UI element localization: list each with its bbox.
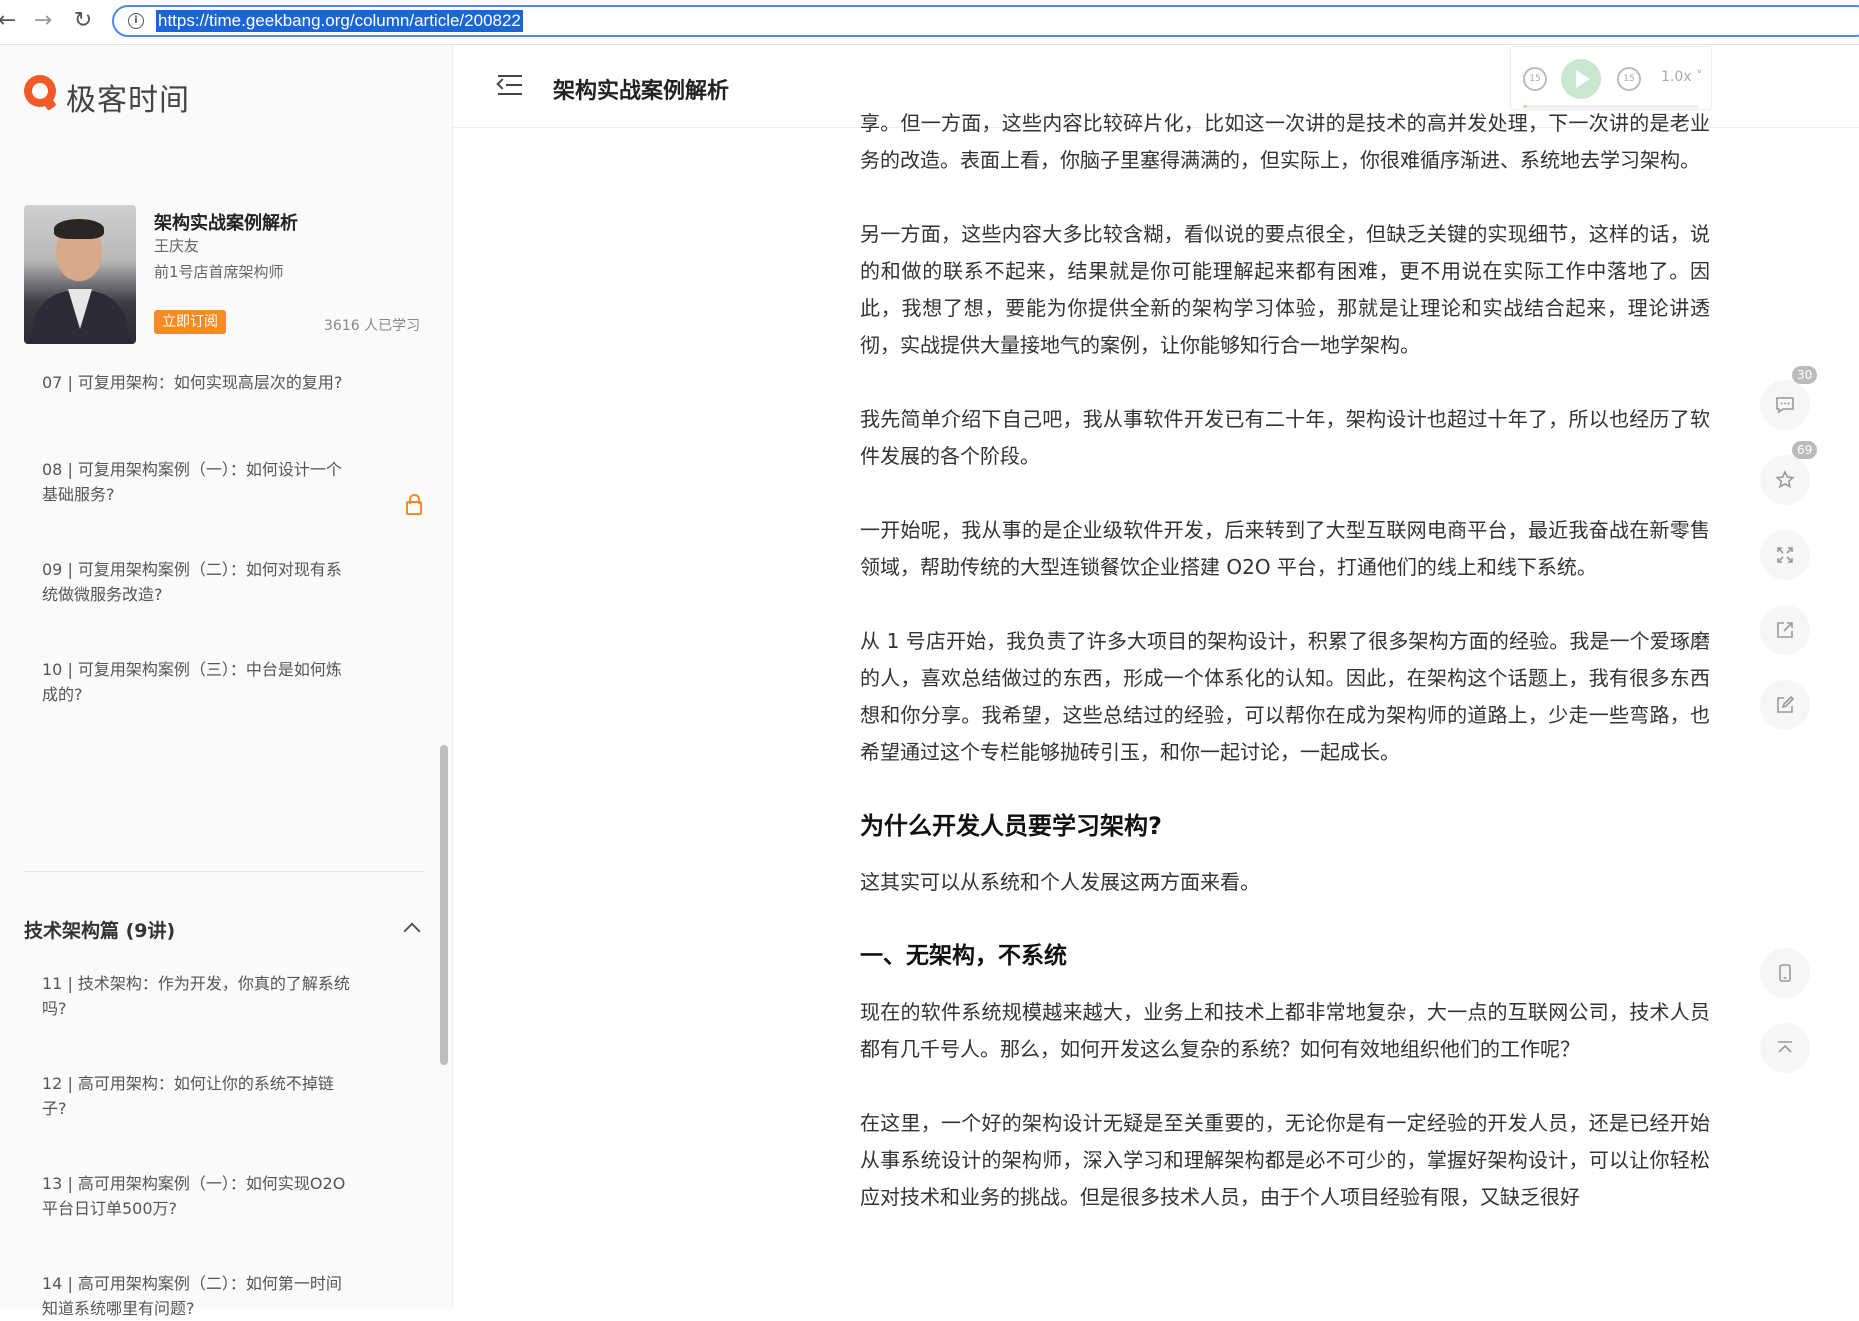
header-title: 架构实战案例解析	[553, 79, 730, 104]
section-title[interactable]: 技术架构篇 (9讲)	[24, 916, 175, 943]
comment-icon	[1776, 397, 1794, 414]
article-paragraph: 享。但一方面，这些内容比较碎片化，比如这一次讲的是技术的高并发处理，下一次讲的是…	[860, 111, 1710, 172]
favorite-button[interactable]: 69	[1760, 441, 1818, 505]
back-to-top-icon	[1778, 1041, 1792, 1053]
url-text[interactable]: https://time.geekbang.org/column/article…	[156, 10, 523, 32]
geektime-logo-icon	[24, 75, 56, 107]
menu-collapse-icon[interactable]	[496, 75, 522, 95]
audio-player: 15 15 1.0x ˅	[1510, 46, 1712, 110]
browser-toolbar: ← → ↻ i https://time.geekbang.org/column…	[0, 0, 1859, 45]
toc-item-14[interactable]: 14 | 高可用架构案例（二）：如何第一时间知道系统哪里有问题?	[42, 1271, 352, 1321]
author-title: 前1号店首席架构师	[154, 263, 284, 281]
toc-item-07[interactable]: 07 | 可复用架构：如何实现高层次的复用?	[42, 370, 352, 395]
mobile-icon	[1779, 964, 1791, 982]
article-heading: 为什么开发人员要学习架构?	[860, 812, 1162, 840]
article-body: 享。但一方面，这些内容比较碎片化，比如这一次讲的是技术的高并发处理，下一次讲的是…	[860, 105, 1710, 1253]
section-divider	[24, 871, 424, 872]
toc-item-11[interactable]: 11 | 技术架构：作为开发，你真的了解系统吗?	[42, 971, 352, 1021]
back-to-top-button[interactable]	[1760, 1023, 1810, 1073]
sidebar-scrollbar[interactable]	[440, 745, 448, 1065]
article-paragraph: 现在的软件系统规模越来越大，业务上和技术上都非常地复杂，大一点的互联网公司，技术…	[860, 1000, 1710, 1061]
toc-item-13[interactable]: 13 | 高可用架构案例（一）：如何实现O2O平台日订单500万?	[42, 1171, 352, 1221]
edit-note-icon	[1777, 695, 1795, 713]
sidebar: 极客时间 架构实战案例解析 王庆友 前1号店首席架构师 立即订阅 3616 人已…	[0, 45, 453, 1318]
article-paragraph: 我先简单介绍下自己吧，我从事软件开发已有二十年，架构设计也超过十年了，所以也经历…	[860, 407, 1710, 468]
comments-count-badge: 30	[1792, 366, 1818, 384]
subscribe-button[interactable]: 立即订阅	[154, 310, 226, 334]
course-title[interactable]: 架构实战案例解析	[154, 209, 298, 235]
site-info-icon[interactable]: i	[128, 13, 144, 29]
star-icon	[1775, 470, 1795, 489]
article-paragraph: 从 1 号店开始，我负责了许多大项目的架构设计，积累了很多架构方面的经验。我是一…	[860, 629, 1710, 764]
article-paragraph: 一开始呢，我从事的是企业级软件开发，后来转到了大型互联网电商平台，最近我奋战在新…	[860, 518, 1710, 579]
forward-15-icon[interactable]: 15	[1617, 67, 1641, 91]
toc-item-08[interactable]: 08 | 可复用架构案例（一）：如何设计一个基础服务?	[42, 457, 352, 507]
article-paragraph: 另一方面，这些内容大多比较含糊，看似说的要点很全，但缺乏关键的实现细节，这样的话…	[860, 222, 1710, 357]
fullscreen-button[interactable]	[1760, 530, 1810, 580]
address-bar[interactable]: i https://time.geekbang.org/column/artic…	[112, 5, 1859, 37]
author-avatar	[24, 205, 136, 344]
article-paragraph: 这其实可以从系统和个人发展这两方面来看。	[860, 870, 1260, 894]
share-button[interactable]	[1760, 605, 1810, 655]
rewind-15-icon[interactable]: 15	[1523, 67, 1547, 91]
toc-item-12[interactable]: 12 | 高可用架构：如何让你的系统不掉链子?	[42, 1071, 352, 1121]
mobile-button[interactable]	[1760, 948, 1810, 998]
expand-icon	[1777, 547, 1793, 563]
learner-count: 3616 人已学习	[324, 318, 421, 334]
article-paragraph: 在这里，一个好的架构设计无疑是至关重要的，无论你是有一定经验的开发人员，还是已经…	[860, 1111, 1710, 1209]
reload-icon[interactable]: ↻	[70, 8, 96, 34]
toc-item-09[interactable]: 09 | 可复用架构案例（二）：如何对现有系统做微服务改造?	[42, 557, 352, 607]
toc-item-10[interactable]: 10 | 可复用架构案例（三）：中台是如何炼成的?	[42, 657, 352, 707]
unlock-icon	[406, 494, 422, 515]
article-subheading: 一、无架构，不系统	[860, 943, 1067, 969]
chevron-up-icon[interactable]	[403, 922, 421, 940]
course-card: 架构实战案例解析 王庆友 前1号店首席架构师 立即订阅 3616 人已学习	[24, 205, 424, 350]
favorites-count-badge: 69	[1792, 441, 1818, 459]
logo-text: 极客时间	[66, 83, 190, 118]
share-icon	[1777, 622, 1793, 638]
play-icon[interactable]	[1561, 59, 1601, 99]
back-icon[interactable]: ←	[0, 8, 20, 34]
note-button[interactable]	[1760, 680, 1810, 730]
author-name: 王庆友	[154, 237, 200, 255]
forward-icon[interactable]: →	[30, 8, 56, 34]
comments-button[interactable]: 30	[1760, 366, 1818, 430]
playback-speed[interactable]: 1.0x ˅	[1661, 69, 1703, 85]
